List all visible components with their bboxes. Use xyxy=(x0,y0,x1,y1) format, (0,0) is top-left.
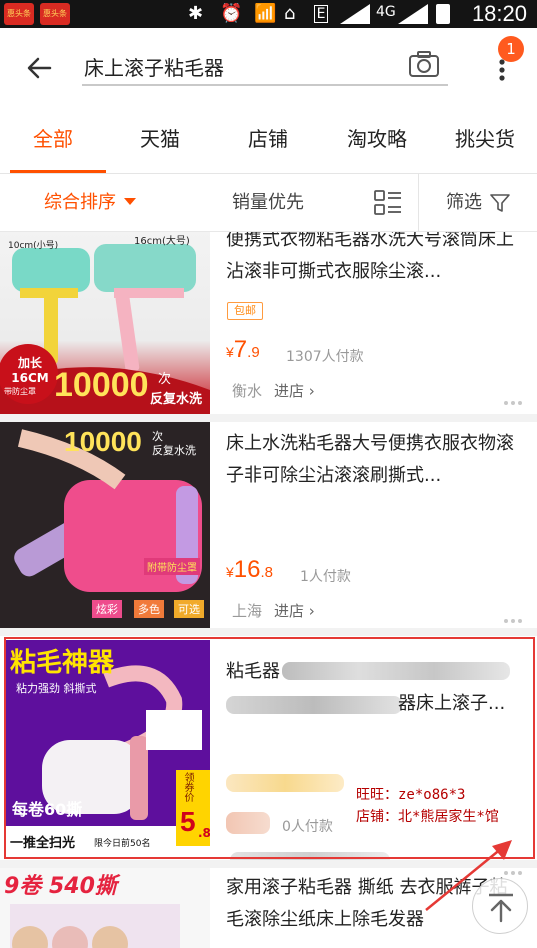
sales-count: 1307人付款 xyxy=(286,349,364,365)
active-tab-indicator xyxy=(10,170,106,173)
sort-bar: 综合排序 销量优先 筛选 xyxy=(0,174,537,232)
location: 上海 xyxy=(232,602,263,620)
promo-label: 带防尘罩 xyxy=(4,387,36,396)
shop-link[interactable]: 进店 › xyxy=(274,380,315,401)
search-input[interactable]: 床上滚子粘毛器 xyxy=(82,46,448,86)
product-card[interactable]: 10cm(小号) 16cm(大号) 加长 16CM 带防尘罩 10000 次 反… xyxy=(0,232,537,414)
app-notification-icon: 惠头条 xyxy=(40,3,70,25)
location: 衡水 xyxy=(232,382,263,400)
bluetooth-icon: ✱ xyxy=(188,3,204,24)
size-label: 16cm(大号) xyxy=(134,236,190,247)
promo-label: 9卷 540撕 xyxy=(4,874,117,899)
sales-count: 1人付款 xyxy=(300,569,351,585)
more-options-icon[interactable] xyxy=(504,390,526,405)
color-option: 炫彩 xyxy=(92,600,122,618)
annotation-shop: 店铺：北*熊居家生*馆 xyxy=(356,809,499,825)
free-shipping-tag: 包邮 xyxy=(227,302,263,320)
product-title[interactable]: 便携式衣物粘毛器水洗大号滚筒床上沾滚非可撕式衣服除尘滚... xyxy=(226,232,518,288)
status-bar: 惠头条 惠头条 ✱ ⏰ 📶 ⌂ E 4G 18:20 xyxy=(0,0,537,28)
battery-icon xyxy=(436,4,450,24)
tab-shops[interactable]: 店铺 xyxy=(224,110,312,174)
search-query[interactable]: 床上滚子粘毛器 xyxy=(84,52,224,81)
tab-premium[interactable]: 挑尖货 xyxy=(440,110,530,174)
more-options-icon[interactable] xyxy=(504,608,526,623)
home-icon: ⌂ xyxy=(284,3,296,24)
promo-label: 附带防尘罩 xyxy=(144,558,200,575)
product-price: ¥7.9 xyxy=(226,336,260,363)
color-option: 可选 xyxy=(174,600,204,618)
product-title[interactable]: 床上水洗粘毛器大号便携衣服衣物滚子非可除尘沾滚滚刷撕式... xyxy=(226,428,518,492)
promo-label: 反复水洗 xyxy=(152,444,196,457)
product-price: ¥16.8 xyxy=(226,556,274,583)
signal-icon xyxy=(398,4,428,24)
list-layout-icon[interactable] xyxy=(374,190,402,216)
filter-funnel-icon[interactable] xyxy=(490,193,510,213)
sort-default-button[interactable]: 综合排序 xyxy=(44,174,136,232)
product-image[interactable]: 9卷 540撕 xyxy=(0,868,210,948)
promo-number: 10000 xyxy=(64,426,142,457)
annotation-wangwang: 旺旺：ze*o86*3 xyxy=(356,787,466,803)
scroll-top-button[interactable] xyxy=(472,878,528,934)
product-list[interactable]: 10cm(小号) 16cm(大号) 加长 16CM 带防尘罩 10000 次 反… xyxy=(0,232,537,948)
sort-default-label: 综合排序 xyxy=(44,192,116,213)
divider xyxy=(418,174,419,232)
sim-icon: E xyxy=(314,5,328,23)
search-header: 床上滚子粘毛器 1 xyxy=(0,28,537,110)
divider xyxy=(0,628,537,636)
signal-icon xyxy=(340,4,370,24)
back-arrow-icon[interactable] xyxy=(24,52,56,84)
dropdown-caret-icon xyxy=(124,198,136,205)
product-card[interactable]: 10000 次 反复水洗 附带防尘罩 炫彩 多色 可选 床上水洗粘毛器大号便携衣… xyxy=(0,422,537,628)
app-notification-icon: 惠头条 xyxy=(4,3,34,25)
camera-icon[interactable] xyxy=(408,50,440,78)
wifi-icon: 📶 xyxy=(254,3,277,24)
promo-label: 次 xyxy=(158,372,172,387)
product-image[interactable]: 10cm(小号) 16cm(大号) 加长 16CM 带防尘罩 10000 次 反… xyxy=(0,232,210,414)
tab-guides[interactable]: 淘攻略 xyxy=(330,110,424,174)
filter-button[interactable]: 筛选 xyxy=(446,174,482,232)
tab-tmall[interactable]: 天猫 xyxy=(116,110,204,174)
network-type: 4G xyxy=(376,4,396,20)
sort-sales-button[interactable]: 销量优先 xyxy=(232,174,304,232)
tab-all[interactable]: 全部 xyxy=(10,110,96,174)
size-label: 10cm(小号) xyxy=(8,241,59,251)
divider xyxy=(0,414,537,422)
color-option: 多色 xyxy=(134,600,164,618)
promo-number: 10000 xyxy=(54,366,149,404)
search-tabs: 全部 天猫 店铺 淘攻略 挑尖货 xyxy=(0,110,537,174)
promo-label: 加长 16CM xyxy=(11,356,49,385)
product-image[interactable]: 10000 次 反复水洗 附带防尘罩 炫彩 多色 可选 xyxy=(0,422,210,628)
arrow-up-icon xyxy=(489,893,513,923)
promo-label: 反复水洗 xyxy=(150,392,203,407)
alarm-icon: ⏰ xyxy=(220,3,243,24)
notification-badge: 1 xyxy=(498,36,524,62)
shop-link[interactable]: 进店 › xyxy=(274,600,315,621)
clock: 18:20 xyxy=(471,1,527,26)
